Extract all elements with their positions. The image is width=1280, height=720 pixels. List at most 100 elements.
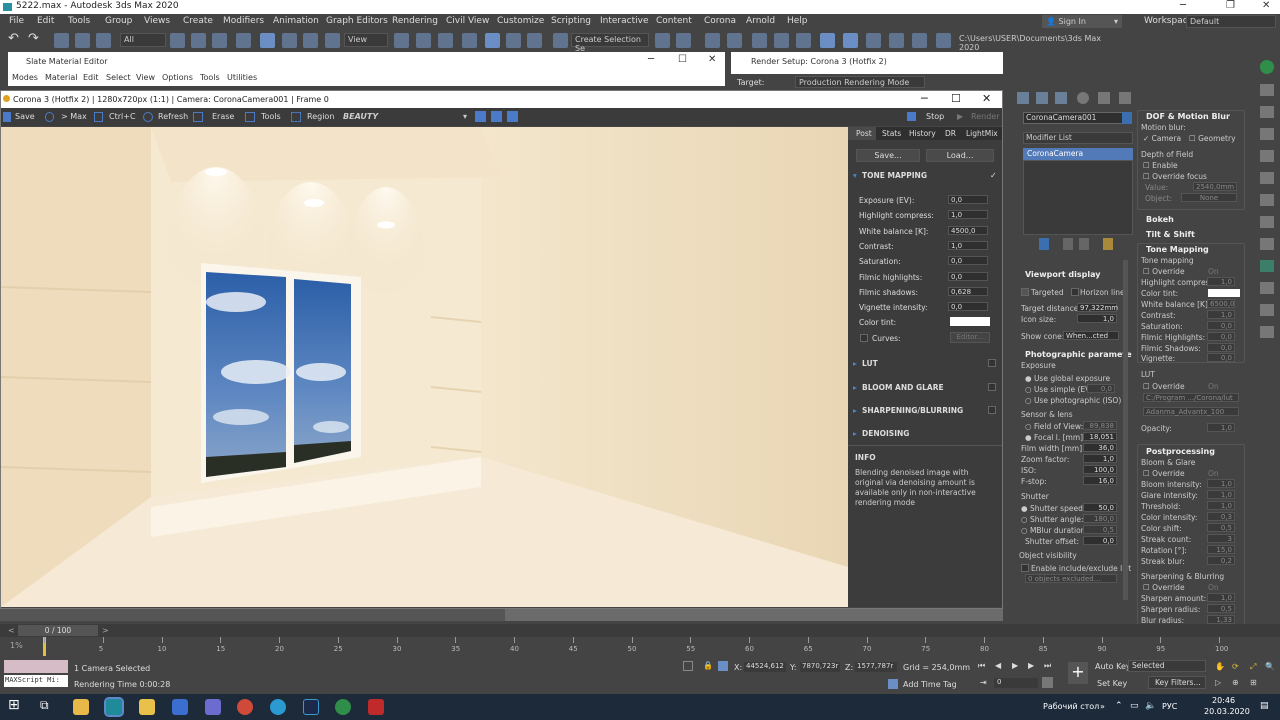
- toggle-layer-explorer-icon[interactable]: [727, 33, 742, 48]
- slate-menu-options[interactable]: Options: [162, 73, 193, 82]
- render-setup-icon[interactable]: [820, 33, 835, 48]
- slate-menu-modes[interactable]: Modes: [12, 73, 38, 82]
- redo-icon[interactable]: ↷: [28, 31, 43, 46]
- render-icon[interactable]: [1260, 304, 1274, 316]
- vignette-field[interactable]: 0,0: [948, 302, 988, 311]
- mirror-icon[interactable]: [655, 33, 670, 48]
- corona-logo-icon[interactable]: [1260, 60, 1274, 74]
- menu-graph-editors[interactable]: Graph Editors: [326, 16, 388, 26]
- vfb-refresh-button[interactable]: Refresh: [158, 112, 188, 121]
- shutter-angle-radio[interactable]: ○ Shutter angle:: [1021, 515, 1084, 524]
- curves-checkbox[interactable]: [860, 334, 868, 342]
- maxscript-listener-top[interactable]: [4, 660, 68, 673]
- clock-time[interactable]: 20:46: [1212, 696, 1235, 705]
- pivot-center-icon[interactable]: [394, 33, 409, 48]
- saturation-field[interactable]: 0,0: [948, 256, 988, 265]
- time-tag-icon[interactable]: [888, 679, 898, 689]
- menu-help[interactable]: Help: [787, 16, 808, 26]
- tm-override-checkbox[interactable]: ☐ Override: [1143, 267, 1185, 276]
- placement-icon[interactable]: [325, 33, 340, 48]
- show-end-result-icon[interactable]: [1063, 238, 1073, 250]
- zoom-fit-icon[interactable]: [507, 111, 518, 122]
- cs-field[interactable]: 0,5: [1207, 523, 1235, 532]
- schematic-view-icon[interactable]: [774, 33, 789, 48]
- set-key-icon[interactable]: +: [1068, 662, 1088, 684]
- menu-interactive[interactable]: Interactive: [600, 16, 648, 26]
- shutter-speed-radio[interactable]: ● Shutter speed:: [1021, 504, 1085, 513]
- open-explorer-icon[interactable]: [936, 33, 951, 48]
- rendered-frame-window-icon[interactable]: [843, 33, 858, 48]
- slate-close-icon[interactable]: ✕: [708, 54, 716, 65]
- sb-field[interactable]: 0,2: [1207, 556, 1235, 565]
- highlight-compress-field[interactable]: 1,0: [948, 210, 988, 219]
- lut-path-button[interactable]: C:/Program .../Corona/lut: [1143, 393, 1239, 402]
- zoom-icon[interactable]: 🔍: [1265, 662, 1275, 671]
- vfb-close-icon[interactable]: ✕: [982, 92, 991, 105]
- mblur-radio[interactable]: ○ MBlur duration:: [1021, 526, 1088, 535]
- contrast-field[interactable]: 1,0: [948, 241, 988, 250]
- absolute-mode-icon[interactable]: [718, 661, 728, 671]
- ref-coord-dropdown[interactable]: View: [344, 33, 388, 47]
- vfb-save-button[interactable]: Save: [15, 112, 35, 121]
- use-photographic-radio[interactable]: ○ Use photographic (ISO): [1025, 396, 1121, 405]
- align-icon[interactable]: [676, 33, 691, 48]
- bi-field[interactable]: 1,0: [1207, 479, 1235, 488]
- use-simple-field[interactable]: 0,0: [1087, 384, 1115, 393]
- key-selection-dropdown[interactable]: Selected: [1128, 660, 1206, 672]
- scale-icon[interactable]: [303, 33, 318, 48]
- hierarchy-tab-icon[interactable]: [1055, 92, 1067, 104]
- z-coordinate-field[interactable]: 1577,787r: [855, 662, 897, 672]
- auto-key-button[interactable]: Auto Key: [1095, 662, 1131, 671]
- toolbox-icon[interactable]: [1260, 326, 1274, 338]
- tm-load-button[interactable]: Load...: [926, 149, 994, 162]
- filmic-highlights-field[interactable]: 0,0: [948, 272, 988, 281]
- time-prev-icon[interactable]: <: [8, 626, 15, 635]
- clock-date[interactable]: 20.03.2020: [1204, 707, 1250, 716]
- timeline-track[interactable]: 1% 5 10 15 20 25 30 35 40 45 50 55 60 65 70 75 80 85 90 95…: [0, 637, 1280, 656]
- vfb-region-button[interactable]: Region: [307, 112, 334, 121]
- exposure-field[interactable]: 0,0: [948, 195, 988, 204]
- enable-include-checkbox[interactable]: [1021, 564, 1029, 572]
- lut-override-checkbox[interactable]: ☐ Override: [1143, 382, 1185, 391]
- film-width-field[interactable]: 36,0: [1083, 443, 1117, 452]
- lut-enable-checkbox[interactable]: [988, 359, 996, 367]
- override-focus-checkbox[interactable]: ☐ Override focus: [1143, 172, 1207, 181]
- orbit-icon[interactable]: ⟳: [1232, 662, 1239, 671]
- scatter-icon[interactable]: [1260, 194, 1274, 206]
- menu-customize[interactable]: Customize: [497, 16, 544, 26]
- app-icon[interactable]: [205, 699, 221, 715]
- decal-icon[interactable]: [1260, 172, 1274, 184]
- autocad-icon[interactable]: [368, 699, 384, 715]
- bloom-section-title[interactable]: BLOOM AND GLARE: [862, 383, 944, 392]
- menu-scripting[interactable]: Scripting: [551, 16, 591, 26]
- camera-icon[interactable]: [1260, 128, 1274, 140]
- file-explorer-icon[interactable]: [73, 699, 89, 715]
- thr-field[interactable]: 1,0: [1207, 501, 1235, 510]
- goto-start-icon[interactable]: ⏮: [978, 661, 985, 671]
- slate-restore-icon[interactable]: ☐: [678, 54, 687, 65]
- link-icon[interactable]: [54, 33, 69, 48]
- vfb-stop-button[interactable]: Stop: [926, 112, 944, 121]
- br-field[interactable]: 1,33: [1207, 615, 1235, 624]
- tab-stats[interactable]: Stats: [882, 129, 901, 138]
- task-view-icon[interactable]: ⧉: [40, 698, 56, 714]
- material-editor-icon[interactable]: [796, 33, 811, 48]
- telegram-icon[interactable]: [270, 699, 286, 715]
- corona-image-editor-icon[interactable]: [335, 699, 351, 715]
- icon-size-field[interactable]: 1,0: [1077, 314, 1117, 323]
- tab-dr[interactable]: DR: [945, 129, 956, 138]
- vig-field[interactable]: 0,0: [1207, 353, 1235, 362]
- menu-corona[interactable]: Corona: [704, 16, 736, 26]
- modify-tab-icon[interactable]: [1036, 92, 1048, 104]
- bokeh-title[interactable]: Bokeh: [1146, 215, 1174, 224]
- tm-enabled-check[interactable]: ✓: [990, 171, 997, 180]
- signin-dropdown[interactable]: 👤 Sign In ▾: [1042, 15, 1122, 28]
- add-time-tag-button[interactable]: Add Time Tag: [903, 680, 957, 689]
- selection-filter-dropdown[interactable]: All: [120, 33, 166, 47]
- object-name-field[interactable]: CoronaCamera001: [1023, 112, 1131, 124]
- isolate-toggle-icon[interactable]: [683, 661, 693, 671]
- percent-snap-icon[interactable]: [506, 33, 521, 48]
- iso-field[interactable]: 100,0: [1083, 465, 1117, 474]
- select-manipulate-icon[interactable]: [416, 33, 431, 48]
- keyboard-shortcut-icon[interactable]: [438, 33, 453, 48]
